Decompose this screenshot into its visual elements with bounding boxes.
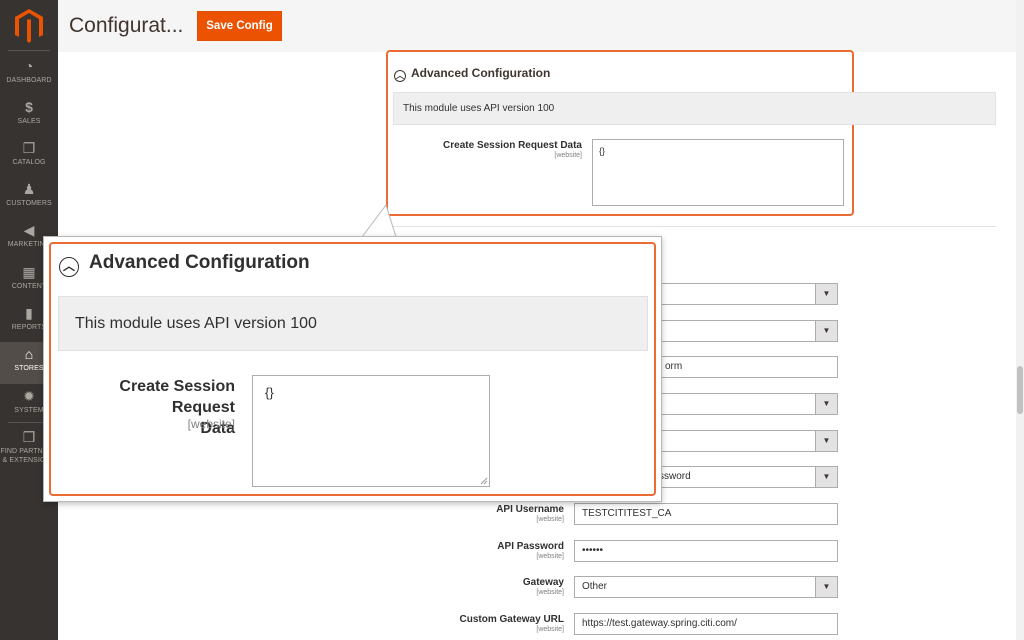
sidebar-item-label: CATALOG bbox=[12, 159, 46, 166]
scope-label: [website] bbox=[536, 626, 564, 633]
sidebar-item-customers[interactable]: ♟ CUSTOMERS bbox=[0, 179, 58, 219]
section-toggle[interactable]: ︿ Advanced Configuration bbox=[394, 66, 550, 82]
gateway-select[interactable]: Other ▼ bbox=[574, 576, 838, 598]
chevron-down-icon: ▼ bbox=[815, 394, 837, 414]
scope-label: [website] bbox=[536, 516, 564, 523]
zoom-section-title: Advanced Configuration bbox=[89, 252, 310, 273]
field-value: ssword bbox=[659, 471, 691, 482]
session-data-textarea[interactable]: {} bbox=[592, 139, 844, 206]
zoom-scope-label: [website] bbox=[187, 417, 235, 431]
chevron-down-icon: ▼ bbox=[815, 431, 837, 451]
collapse-icon: ︿ bbox=[59, 257, 79, 277]
chevron-down-icon: ▼ bbox=[815, 321, 837, 341]
custom-gateway-label: Custom Gateway URL bbox=[459, 614, 564, 625]
chevron-down-icon: ▼ bbox=[815, 284, 837, 304]
api-username-label: API Username bbox=[496, 504, 564, 515]
chevron-down-icon: ▼ bbox=[815, 467, 837, 487]
zoom-callout: ︿ Advanced Configuration This module uses… bbox=[43, 236, 662, 502]
section-title: Advanced Configuration bbox=[411, 66, 551, 80]
person-icon: ♟ bbox=[22, 181, 36, 197]
page-title: Configurat... bbox=[69, 14, 184, 37]
section-divider bbox=[393, 226, 996, 227]
api-password-input[interactable]: •••••• bbox=[574, 540, 838, 562]
dashboard-icon: ◔ bbox=[24, 58, 34, 74]
gateway-label: Gateway bbox=[522, 577, 564, 588]
sidebar-item-label: DASHBOARD bbox=[6, 77, 52, 84]
scope-label: [website] bbox=[536, 589, 564, 596]
page-header: Configurat... Save Config bbox=[58, 0, 1024, 52]
sidebar-divider bbox=[8, 50, 50, 51]
api-username-input[interactable]: TESTCITITEST_CA bbox=[574, 503, 838, 525]
scope-label: [website] bbox=[536, 553, 564, 560]
page-scrollbar[interactable] bbox=[1016, 0, 1024, 640]
field-value: Other bbox=[582, 581, 608, 592]
scope-label: [website] bbox=[554, 152, 582, 159]
session-data-label: Create Session Request Data bbox=[443, 140, 582, 151]
save-config-button[interactable]: Save Config bbox=[197, 11, 282, 41]
cube-icon: ❒ bbox=[22, 140, 36, 156]
collapse-icon: ︿ bbox=[394, 70, 406, 82]
sidebar-item-catalog[interactable]: ❒ CATALOG bbox=[0, 138, 58, 178]
chevron-down-icon: ▼ bbox=[815, 577, 837, 597]
field-value: orm bbox=[665, 361, 683, 372]
sidebar-item-label: CUSTOMERS bbox=[6, 200, 52, 207]
zoom-section-toggle: ︿ Advanced Configuration bbox=[59, 252, 310, 277]
label-line: Create Session Request bbox=[119, 378, 235, 416]
textarea-value: {} bbox=[265, 385, 274, 400]
zoom-api-version-notice: This module uses API version 100 bbox=[58, 296, 648, 351]
sidebar-item-sales[interactable]: $ SALES bbox=[0, 97, 58, 137]
api-password-label: API Password bbox=[497, 541, 564, 552]
sidebar-item-label: SALES bbox=[17, 118, 41, 125]
resize-grip-icon bbox=[480, 477, 488, 485]
zoom-session-data-textarea: {} bbox=[252, 375, 490, 487]
dollar-icon: $ bbox=[25, 99, 33, 115]
api-version-notice: This module uses API version 100 bbox=[393, 92, 996, 125]
custom-gateway-input[interactable]: https://test.gateway.spring.citi.com/ bbox=[574, 613, 838, 635]
sidebar-item-dashboard[interactable]: ◔ DASHBOARD bbox=[0, 56, 58, 96]
zoom-highlight: ︿ Advanced Configuration This module uses… bbox=[49, 242, 656, 496]
magento-logo-icon[interactable] bbox=[14, 8, 44, 44]
scrollbar-thumb[interactable] bbox=[1017, 366, 1023, 414]
